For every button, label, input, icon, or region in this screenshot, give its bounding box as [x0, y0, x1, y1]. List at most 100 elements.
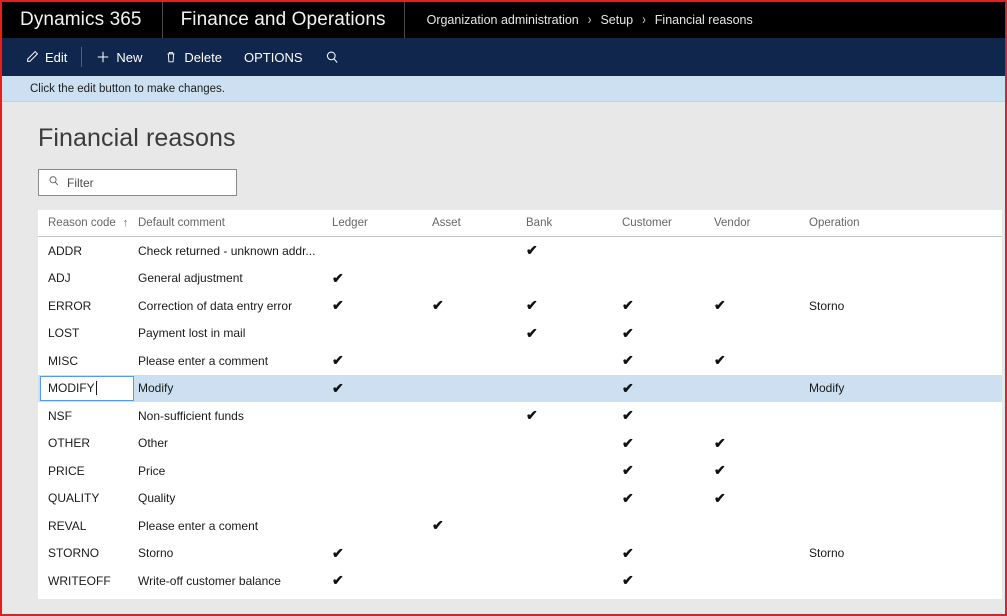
filter-input[interactable]: Filter [38, 169, 237, 196]
cell-vendor[interactable]: ✔ [706, 298, 801, 313]
column-header-asset[interactable]: Asset [424, 217, 518, 229]
options-button[interactable]: OPTIONS [233, 44, 314, 70]
cell-asset[interactable]: ✔ [424, 408, 518, 423]
cell-default-comment[interactable]: Payment lost in mail [134, 326, 324, 340]
cell-reason-code[interactable]: MISC [38, 354, 134, 368]
cell-customer[interactable]: ✔ [614, 573, 706, 588]
cell-asset[interactable]: ✔ [424, 573, 518, 588]
cell-customer[interactable]: ✔ [614, 271, 706, 286]
cell-default-comment[interactable]: Storno [134, 546, 324, 560]
cell-reason-code[interactable]: STORNO [38, 546, 134, 560]
column-header-default-comment[interactable]: Default comment [134, 217, 324, 229]
column-header-customer[interactable]: Customer [614, 217, 706, 229]
column-header-bank[interactable]: Bank [518, 217, 614, 229]
cell-customer[interactable]: ✔ [614, 491, 706, 506]
cell-asset[interactable]: ✔ [424, 518, 518, 533]
cell-ledger[interactable]: ✔ [324, 408, 424, 423]
cell-default-comment[interactable]: Modify [134, 381, 324, 395]
cell-customer[interactable]: ✔ [614, 463, 706, 478]
cell-ledger[interactable]: ✔ [324, 353, 424, 368]
cell-vendor[interactable]: ✔ [706, 573, 801, 588]
cell-vendor[interactable]: ✔ [706, 353, 801, 368]
cell-asset[interactable]: ✔ [424, 326, 518, 341]
column-header-vendor[interactable]: Vendor [706, 217, 801, 229]
cell-asset[interactable]: ✔ [424, 436, 518, 451]
cell-default-comment[interactable]: General adjustment [134, 271, 324, 285]
cell-customer[interactable]: ✔ [614, 243, 706, 258]
delete-button[interactable]: Delete [153, 44, 233, 70]
cell-ledger[interactable]: ✔ [324, 243, 424, 258]
cell-default-comment[interactable]: Check returned - unknown addr... [134, 244, 324, 258]
cell-customer[interactable]: ✔ [614, 436, 706, 451]
cell-customer[interactable]: ✔ [614, 326, 706, 341]
cell-bank[interactable]: ✔ [518, 518, 614, 533]
app-name[interactable]: Finance and Operations [161, 2, 405, 38]
table-row[interactable]: LOSTPayment lost in mail✔✔✔✔✔ [38, 320, 1002, 348]
cell-default-comment[interactable]: Please enter a comment [134, 354, 324, 368]
cell-asset[interactable]: ✔ [424, 243, 518, 258]
table-row[interactable]: STORNOStorno✔✔✔✔✔Storno [38, 540, 1002, 568]
column-header-ledger[interactable]: Ledger [324, 217, 424, 229]
table-row[interactable]: ADDRCheck returned - unknown addr...✔✔✔✔… [38, 237, 1002, 265]
cell-default-comment[interactable]: Please enter a coment [134, 519, 324, 533]
column-header-operation[interactable]: Operation [801, 217, 941, 229]
cell-vendor[interactable]: ✔ [706, 271, 801, 286]
cell-bank[interactable]: ✔ [518, 353, 614, 368]
cell-operation[interactable]: Storno [801, 299, 941, 313]
cell-reason-code[interactable]: OTHER [38, 436, 134, 450]
cell-customer[interactable]: ✔ [614, 408, 706, 423]
cell-customer[interactable]: ✔ [614, 298, 706, 313]
cell-customer[interactable]: ✔ [614, 353, 706, 368]
table-row[interactable]: ADJGeneral adjustment✔✔✔✔✔ [38, 265, 1002, 293]
cell-vendor[interactable]: ✔ [706, 463, 801, 478]
cell-operation[interactable]: Storno [801, 546, 941, 560]
breadcrumb-item-organization-administration[interactable]: Organization administration [427, 13, 579, 27]
cell-asset[interactable]: ✔ [424, 271, 518, 286]
cell-reason-code[interactable]: ADDR [38, 244, 134, 258]
cell-asset[interactable]: ✔ [424, 491, 518, 506]
reason-code-editor[interactable]: MODIFY [40, 375, 134, 401]
cell-vendor[interactable]: ✔ [706, 436, 801, 451]
cell-vendor[interactable]: ✔ [706, 491, 801, 506]
cell-customer[interactable]: ✔ [614, 546, 706, 561]
cell-ledger[interactable]: ✔ [324, 298, 424, 313]
cell-asset[interactable]: ✔ [424, 353, 518, 368]
cell-asset[interactable]: ✔ [424, 463, 518, 478]
cell-customer[interactable]: ✔ [614, 518, 706, 533]
cell-ledger[interactable]: ✔ [324, 546, 424, 561]
cell-bank[interactable]: ✔ [518, 491, 614, 506]
cell-reason-code[interactable]: PRICE [38, 464, 134, 478]
cell-bank[interactable]: ✔ [518, 326, 614, 341]
cell-reason-code[interactable]: REVAL [38, 519, 134, 533]
breadcrumb-item-setup[interactable]: Setup [600, 13, 633, 27]
cell-bank[interactable]: ✔ [518, 573, 614, 588]
cell-default-comment[interactable]: Correction of data entry error [134, 299, 324, 313]
table-row[interactable]: PRICEPrice✔✔✔✔✔ [38, 457, 1002, 485]
column-header-reason-code[interactable]: Reason code ↑ [38, 217, 134, 229]
cell-bank[interactable]: ✔ [518, 546, 614, 561]
cell-bank[interactable]: ✔ [518, 408, 614, 423]
cell-bank[interactable]: ✔ [518, 271, 614, 286]
cell-default-comment[interactable]: Other [134, 436, 324, 450]
cell-reason-code[interactable]: NSF [38, 409, 134, 423]
cell-customer[interactable]: ✔ [614, 381, 706, 396]
table-row[interactable]: QUALITYQuality✔✔✔✔✔ [38, 485, 1002, 513]
cell-vendor[interactable]: ✔ [706, 243, 801, 258]
cell-asset[interactable]: ✔ [424, 381, 518, 396]
cell-vendor[interactable]: ✔ [706, 381, 801, 396]
cell-reason-code[interactable]: ADJ [38, 271, 134, 285]
breadcrumb-item-financial-reasons[interactable]: Financial reasons [655, 13, 753, 27]
cell-asset[interactable]: ✔ [424, 298, 518, 313]
cell-vendor[interactable]: ✔ [706, 408, 801, 423]
table-row[interactable]: MISCPlease enter a comment✔✔✔✔✔ [38, 347, 1002, 375]
cell-ledger[interactable]: ✔ [324, 271, 424, 286]
cell-operation[interactable]: Modify [801, 381, 941, 395]
product-brand[interactable]: Dynamics 365 [2, 2, 162, 38]
cell-ledger[interactable]: ✔ [324, 381, 424, 396]
cell-ledger[interactable]: ✔ [324, 573, 424, 588]
cell-bank[interactable]: ✔ [518, 298, 614, 313]
table-row[interactable]: WRITEOFFWrite-off customer balance✔✔✔✔✔ [38, 567, 1002, 595]
table-row[interactable]: OTHEROther✔✔✔✔✔ [38, 430, 1002, 458]
cell-asset[interactable]: ✔ [424, 546, 518, 561]
cell-ledger[interactable]: ✔ [324, 463, 424, 478]
